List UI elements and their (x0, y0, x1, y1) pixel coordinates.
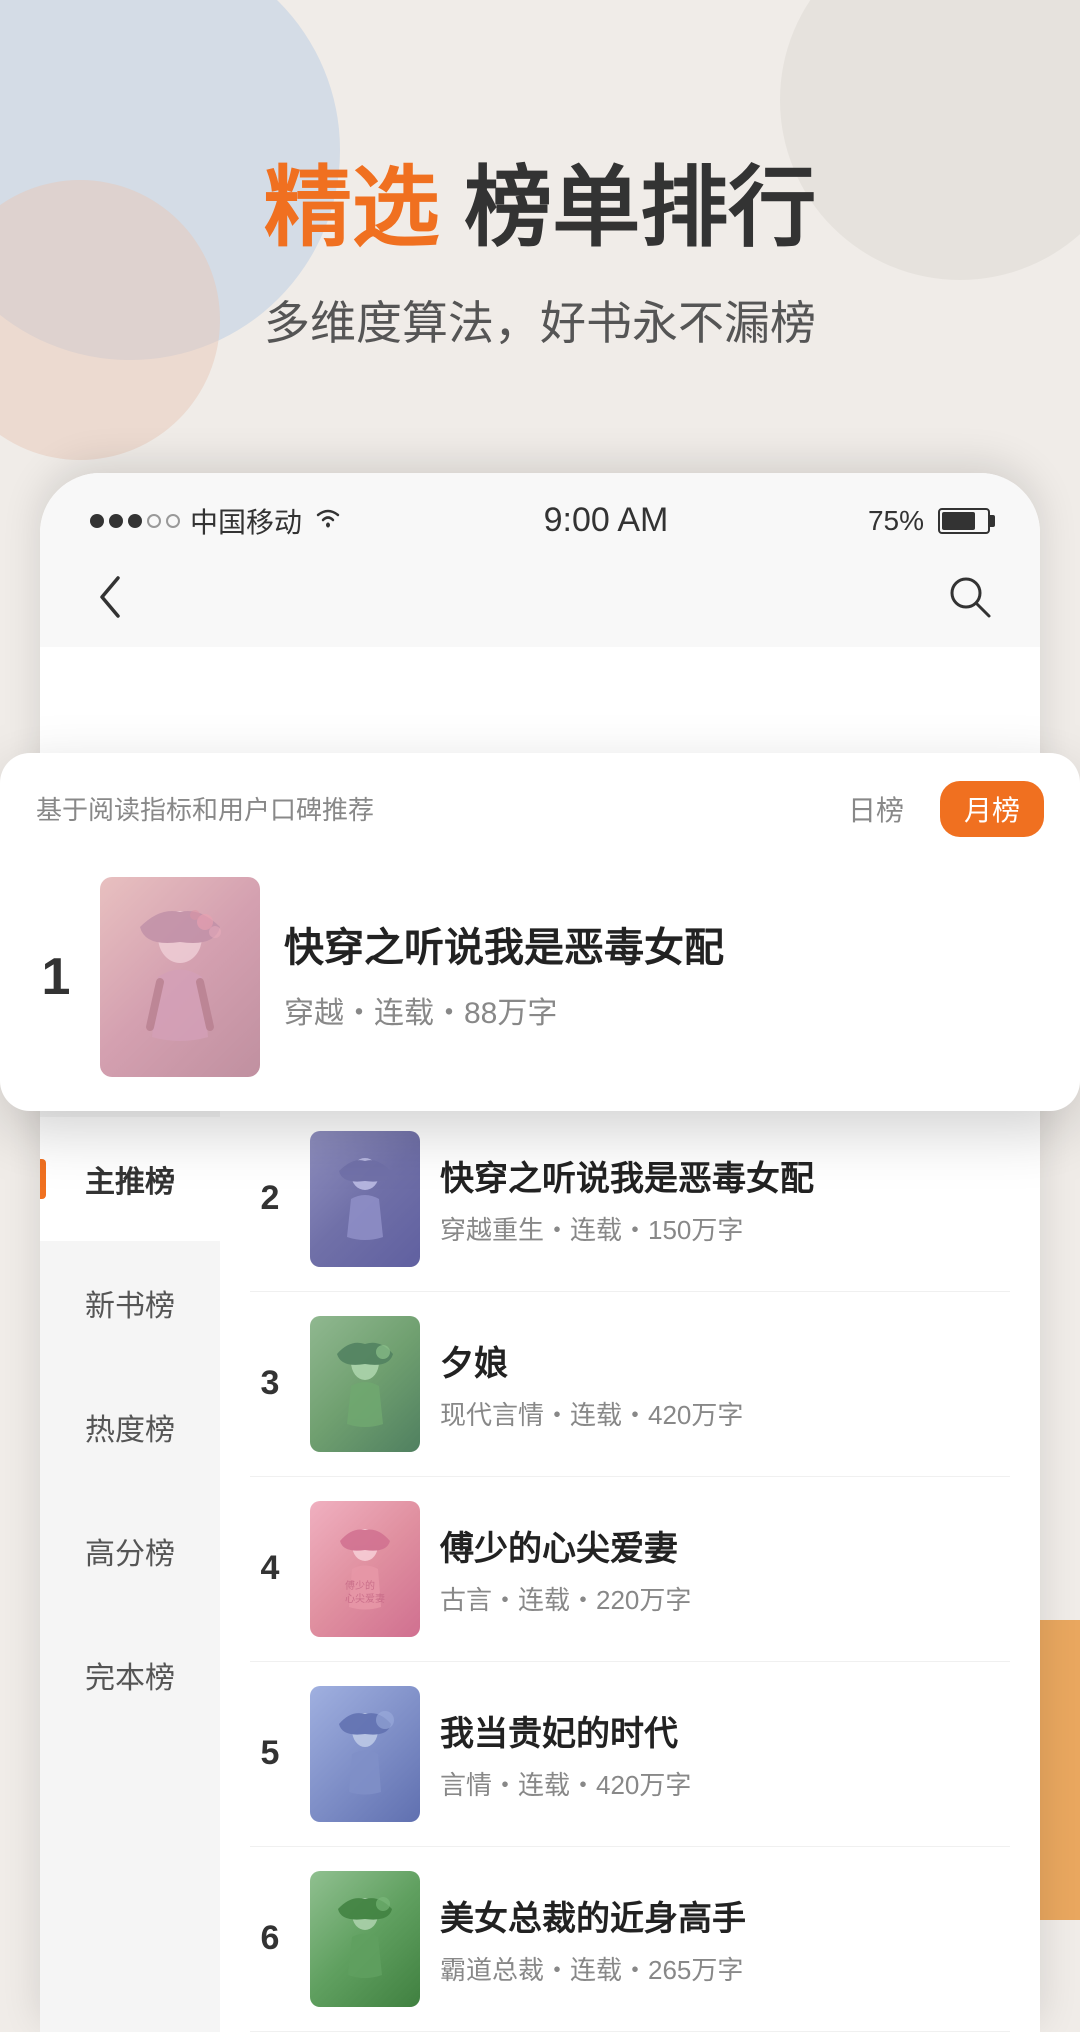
signal-dot-5 (166, 514, 180, 528)
sidebar: 主推榜 新书榜 热度榜 高分榜 完本榜 (40, 1107, 220, 2032)
battery-fill (942, 512, 975, 530)
book-cover (310, 1131, 420, 1267)
popup-tabs: 日榜 月榜 (828, 781, 1044, 837)
hero-title-dark: 榜单排行 (440, 158, 816, 257)
popup-header: 基于阅读指标和用户口碑推荐 日榜 月榜 (0, 753, 1080, 857)
book-info: 夕娘 现代言情・连载・420万字 (440, 1336, 1010, 1432)
hero-section: 精选 榜单排行 多维度算法，好书永不漏榜 (0, 0, 1080, 433)
list-item[interactable]: 6 美女总裁的近身高手 霸道总裁・连载・265万字 (250, 1847, 1010, 2032)
battery-icon (938, 508, 990, 534)
status-right: 75% (868, 505, 990, 537)
rank-number: 4 (250, 1549, 290, 1588)
featured-rank-number: 1 (36, 947, 76, 1007)
app-header (40, 557, 1040, 647)
rank-number: 3 (250, 1364, 290, 1403)
list-item[interactable]: 4 傅少的 心尖爱妻 傅少的心尖爱妻 古言・连载・220万字 (250, 1477, 1010, 1662)
book-info: 我当贵妃的时代 言情・连载・420万字 (440, 1706, 1010, 1802)
popup-card: 基于阅读指标和用户口碑推荐 日榜 月榜 1 (0, 753, 1080, 1111)
content-area: 主推榜 新书榜 热度榜 高分榜 完本榜 2 (40, 1107, 1040, 2032)
svg-text:心尖爱妻: 心尖爱妻 (345, 1592, 385, 1605)
sidebar-item-main[interactable]: 主推榜 (40, 1117, 220, 1241)
phone-mockup: 中国移动 9:00 AM 75% (40, 473, 1040, 2032)
battery-percentage: 75% (868, 505, 924, 537)
book-meta: 古言・连载・220万字 (440, 1580, 1010, 1617)
sidebar-item-new[interactable]: 新书榜 (40, 1241, 220, 1365)
wifi-icon (312, 504, 344, 537)
list-item[interactable]: 3 夕娘 现代言情・连载・420万字 (250, 1292, 1010, 1477)
signal-dot-2 (109, 514, 123, 528)
search-button[interactable] (940, 567, 1000, 627)
book-info: 美女总裁的近身高手 霸道总裁・连载・265万字 (440, 1891, 1010, 1987)
book-title: 美女总裁的近身高手 (440, 1891, 1010, 1940)
rank-number: 5 (250, 1734, 290, 1773)
status-bar: 中国移动 9:00 AM 75% (40, 473, 1040, 557)
back-button[interactable] (80, 567, 140, 627)
cover-decoration (100, 877, 260, 1077)
status-signal: 中国移动 (90, 501, 344, 541)
book-list: 2 快穿之听说我是恶毒女配 穿越重生・连载・150万字 3 (220, 1107, 1040, 2032)
hero-title-orange: 精选 (264, 158, 440, 257)
sidebar-label-main: 主推榜 (85, 1166, 175, 1199)
signal-dot-3 (128, 514, 142, 528)
signal-dot-4 (147, 514, 161, 528)
book-meta: 穿越重生・连载・150万字 (440, 1210, 1010, 1247)
hero-title: 精选 榜单排行 (60, 160, 1020, 257)
book-title: 傅少的心尖爱妻 (440, 1521, 1010, 1570)
featured-book-info: 快穿之听说我是恶毒女配 穿越・连载・88万字 (284, 922, 1044, 1032)
book-meta: 霸道总裁・连载・265万字 (440, 1950, 1010, 1987)
book-cover (310, 1686, 420, 1822)
book-title: 我当贵妃的时代 (440, 1706, 1010, 1755)
book-title: 快穿之听说我是恶毒女配 (440, 1151, 1010, 1200)
featured-book-title: 快穿之听说我是恶毒女配 (284, 922, 1044, 974)
book-cover (310, 1871, 420, 2007)
hero-subtitle: 多维度算法，好书永不漏榜 (60, 287, 1020, 353)
sidebar-label-new: 新书榜 (85, 1290, 175, 1323)
tab-day[interactable]: 日榜 (828, 781, 924, 837)
carrier-label: 中国移动 (190, 501, 302, 541)
signal-dot-1 (90, 514, 104, 528)
sidebar-label-highscore: 高分榜 (85, 1538, 175, 1571)
sidebar-label-completed: 完本榜 (85, 1662, 175, 1695)
book-cover (310, 1316, 420, 1452)
featured-book-meta: 穿越・连载・88万字 (284, 988, 1044, 1032)
tab-month[interactable]: 月榜 (940, 781, 1044, 837)
sidebar-item-highscore[interactable]: 高分榜 (40, 1489, 220, 1613)
book-meta: 现代言情・连载・420万字 (440, 1395, 1010, 1432)
rank-number: 6 (250, 1919, 290, 1958)
book-info: 快穿之听说我是恶毒女配 穿越重生・连载・150万字 (440, 1151, 1010, 1247)
signal-dots (90, 514, 180, 528)
list-item[interactable]: 5 我当贵妃的时代 言情・连载・420万字 (250, 1662, 1010, 1847)
featured-book-cover (100, 877, 260, 1077)
list-item[interactable]: 2 快穿之听说我是恶毒女配 穿越重生・连载・150万字 (250, 1107, 1010, 1292)
book-info: 傅少的心尖爱妻 古言・连载・220万字 (440, 1521, 1010, 1617)
rank-number: 2 (250, 1179, 290, 1218)
book-cover: 傅少的 心尖爱妻 (310, 1501, 420, 1637)
sidebar-label-hot: 热度榜 (85, 1414, 175, 1447)
featured-rank-item[interactable]: 1 快 (0, 857, 1080, 1101)
status-time: 9:00 AM (544, 501, 669, 540)
sidebar-item-hot[interactable]: 热度榜 (40, 1365, 220, 1489)
book-title: 夕娘 (440, 1336, 1010, 1385)
book-meta: 言情・连载・420万字 (440, 1765, 1010, 1802)
sidebar-item-completed[interactable]: 完本榜 (40, 1613, 220, 1737)
popup-subtitle-text: 基于阅读指标和用户口碑推荐 (36, 790, 374, 827)
svg-text:傅少的: 傅少的 (345, 1579, 375, 1592)
